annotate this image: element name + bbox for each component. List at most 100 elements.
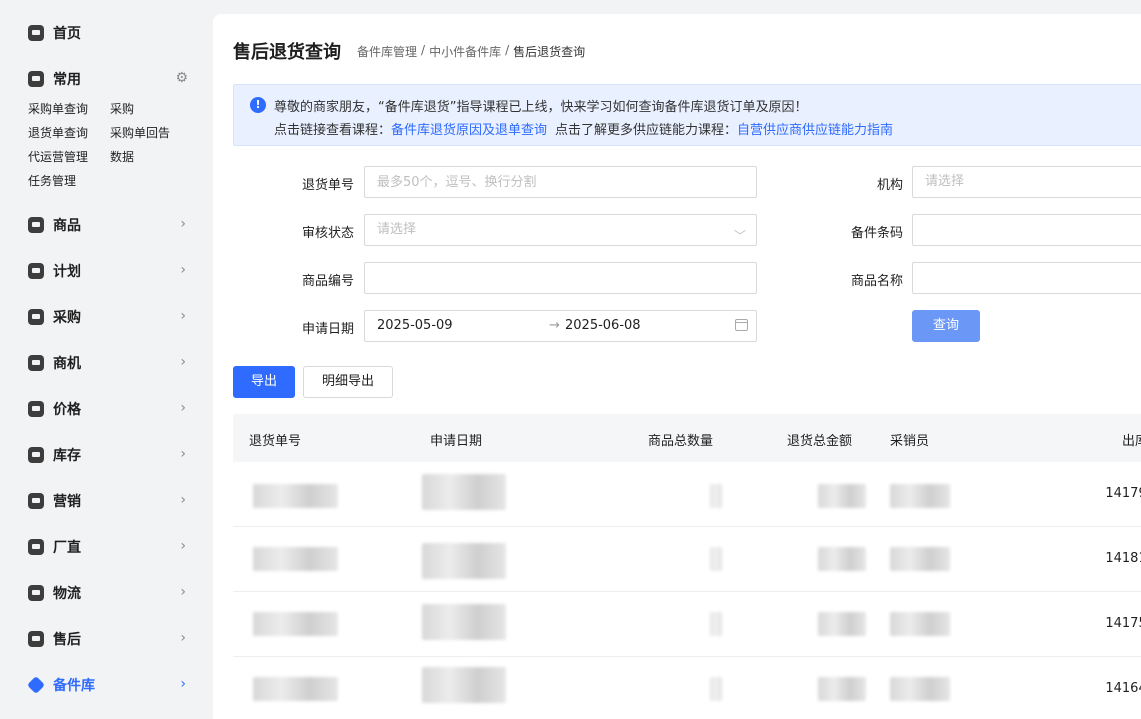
breadcrumb-separator: / (421, 43, 426, 57)
quick-link[interactable]: 采购单查询 (28, 100, 88, 117)
outbound-cell: 141814 (1105, 551, 1141, 566)
redacted-date (422, 667, 506, 703)
sidebar-item-label: 营销 (53, 494, 81, 510)
export-button[interactable]: 导出 (233, 366, 295, 398)
redacted-buyer (890, 612, 950, 636)
sidebar-item-label: 商机 (53, 356, 81, 372)
notice-banner: ! 尊敬的商家朋友，“备件库退货”指导课程已上线，快来学习如何查询备件库退货订单… (233, 84, 1141, 146)
sidebar-item-label: 采购 (53, 310, 81, 326)
table-row[interactable]: 141754 (233, 592, 1141, 657)
breadcrumb: 备件库管理 / 中小件备件库 / 售后退货查询 (357, 43, 585, 60)
sidebar-item-purchase[interactable]: 采购 › (28, 307, 188, 327)
delivery-icon (28, 585, 44, 601)
course-link-returns[interactable]: 备件库退货原因及退单查询 (391, 119, 547, 138)
return-no-label: 退货单号 (301, 178, 354, 193)
main-panel: 售后退货查询 备件库管理 / 中小件备件库 / 售后退货查询 ! 尊敬的商家朋友… (213, 14, 1141, 719)
notice-prefix: 点击链接查看课程： (274, 123, 392, 138)
redacted-amount (818, 484, 866, 508)
sidebar-item-plan[interactable]: 计划 › (28, 261, 188, 281)
quick-link[interactable]: 采购 (110, 100, 134, 117)
sidebar-item-factory-direct[interactable]: 厂直 › (28, 537, 188, 557)
course-link-supply-chain[interactable]: 自营供应商供应链能力指南 (737, 119, 893, 138)
table-row[interactable]: 141814 (233, 527, 1141, 592)
barcode-input[interactable] (912, 214, 1141, 246)
notice-mid: 点击了解更多供应链能力课程： (555, 123, 738, 138)
quick-link[interactable]: 任务管理 (28, 172, 76, 189)
redacted-return-no (253, 484, 338, 508)
redacted-return-no (253, 547, 338, 571)
table-row[interactable]: 141799 (233, 462, 1141, 527)
notice-text: 尊敬的商家朋友，“备件库退货”指导课程已上线，快来学习如何查询备件库退货订单及原… (274, 100, 808, 115)
sidebar-item-product[interactable]: 商品 › (28, 215, 188, 235)
sidebar-item-home[interactable]: 首页 (28, 23, 188, 43)
date-end[interactable]: 2025-06-08 (565, 311, 641, 341)
audit-status-select[interactable]: 请选择 ﹀ (364, 214, 757, 246)
chevron-right-icon: › (180, 354, 186, 370)
sidebar-item-label: 价格 (53, 402, 81, 418)
outbound-cell: 141799 (1105, 486, 1141, 501)
quick-link[interactable]: 采购单回告 (110, 124, 170, 141)
sidebar-item-label: 常用 (53, 72, 81, 88)
sidebar-item-label: 备件库 (53, 678, 95, 694)
redacted-buyer (890, 547, 950, 571)
star-icon (28, 71, 44, 87)
sidebar-item-common[interactable]: 常用 ⚙ (28, 69, 188, 89)
sidebar-item-logistics[interactable]: 物流 › (28, 583, 188, 603)
yen-icon (28, 401, 44, 417)
audit-status-placeholder: 请选择 (377, 222, 417, 237)
sidebar: 首页 常用 ⚙ 采购单查询 采购 退货单查询 采购单回告 代运营管理 数据 任务… (0, 0, 205, 719)
sidebar-item-label: 厂直 (53, 540, 81, 556)
purchase-icon (28, 309, 44, 325)
redacted-buyer (890, 484, 950, 508)
product-no-input[interactable] (364, 262, 757, 294)
sidebar-item-label: 库存 (53, 448, 81, 464)
breadcrumb-separator: / (505, 43, 510, 57)
date-start[interactable]: 2025-05-09 (377, 311, 453, 341)
redacted-quantity (710, 547, 722, 571)
quick-link[interactable]: 退货单查询 (28, 124, 88, 141)
org-select[interactable]: 请选择 (912, 166, 1141, 198)
column-header: 商品总数量 (648, 434, 714, 449)
breadcrumb-current: 售后退货查询 (513, 45, 586, 59)
sidebar-item-marketing[interactable]: 营销 › (28, 491, 188, 511)
return-icon (28, 631, 44, 647)
sidebar-item-opportunity[interactable]: 商机 › (28, 353, 188, 373)
product-icon (28, 217, 44, 233)
table-row[interactable]: 141644 (233, 657, 1141, 719)
chevron-down-icon: ﹀ (733, 229, 746, 243)
return-no-input[interactable] (364, 166, 757, 198)
home-icon (28, 25, 44, 41)
trend-icon (28, 447, 44, 463)
sidebar-item-label: 物流 (53, 586, 81, 602)
truck-icon (28, 539, 44, 555)
quick-link[interactable]: 数据 (110, 148, 134, 165)
date-arrow-icon: → (549, 318, 560, 333)
page-title: 售后退货查询 (233, 42, 341, 63)
chevron-right-icon: › (180, 308, 186, 324)
query-button[interactable]: 查询 (912, 310, 980, 342)
outbound-cell: 141754 (1105, 616, 1141, 631)
bar-chart-icon (28, 493, 44, 509)
redacted-date (422, 474, 506, 510)
calendar-icon (735, 319, 748, 331)
detail-export-button[interactable]: 明细导出 (303, 366, 393, 398)
info-icon: ! (250, 97, 266, 113)
product-name-label: 商品名称 (850, 274, 903, 289)
product-name-input[interactable] (912, 262, 1141, 294)
redacted-return-no (253, 677, 338, 701)
quick-link[interactable]: 代运营管理 (28, 148, 88, 165)
chevron-right-icon: › (180, 492, 186, 508)
sidebar-item-spare-parts[interactable]: 备件库 › (26, 675, 188, 695)
redacted-buyer (890, 677, 950, 701)
gear-icon[interactable]: ⚙ (175, 70, 188, 86)
sidebar-item-after-sales[interactable]: 售后 › (28, 629, 188, 649)
sidebar-item-inventory[interactable]: 库存 › (28, 445, 188, 465)
date-label: 申请日期 (301, 322, 354, 337)
date-range-picker[interactable]: 2025-05-09 → 2025-06-08 (364, 310, 757, 342)
redacted-amount (818, 547, 866, 571)
breadcrumb-item[interactable]: 中小件备件库 (429, 43, 501, 60)
breadcrumb-item[interactable]: 备件库管理 (357, 43, 417, 60)
redacted-quantity (710, 484, 722, 508)
org-label: 机构 (876, 178, 903, 193)
sidebar-item-price[interactable]: 价格 › (28, 399, 188, 419)
